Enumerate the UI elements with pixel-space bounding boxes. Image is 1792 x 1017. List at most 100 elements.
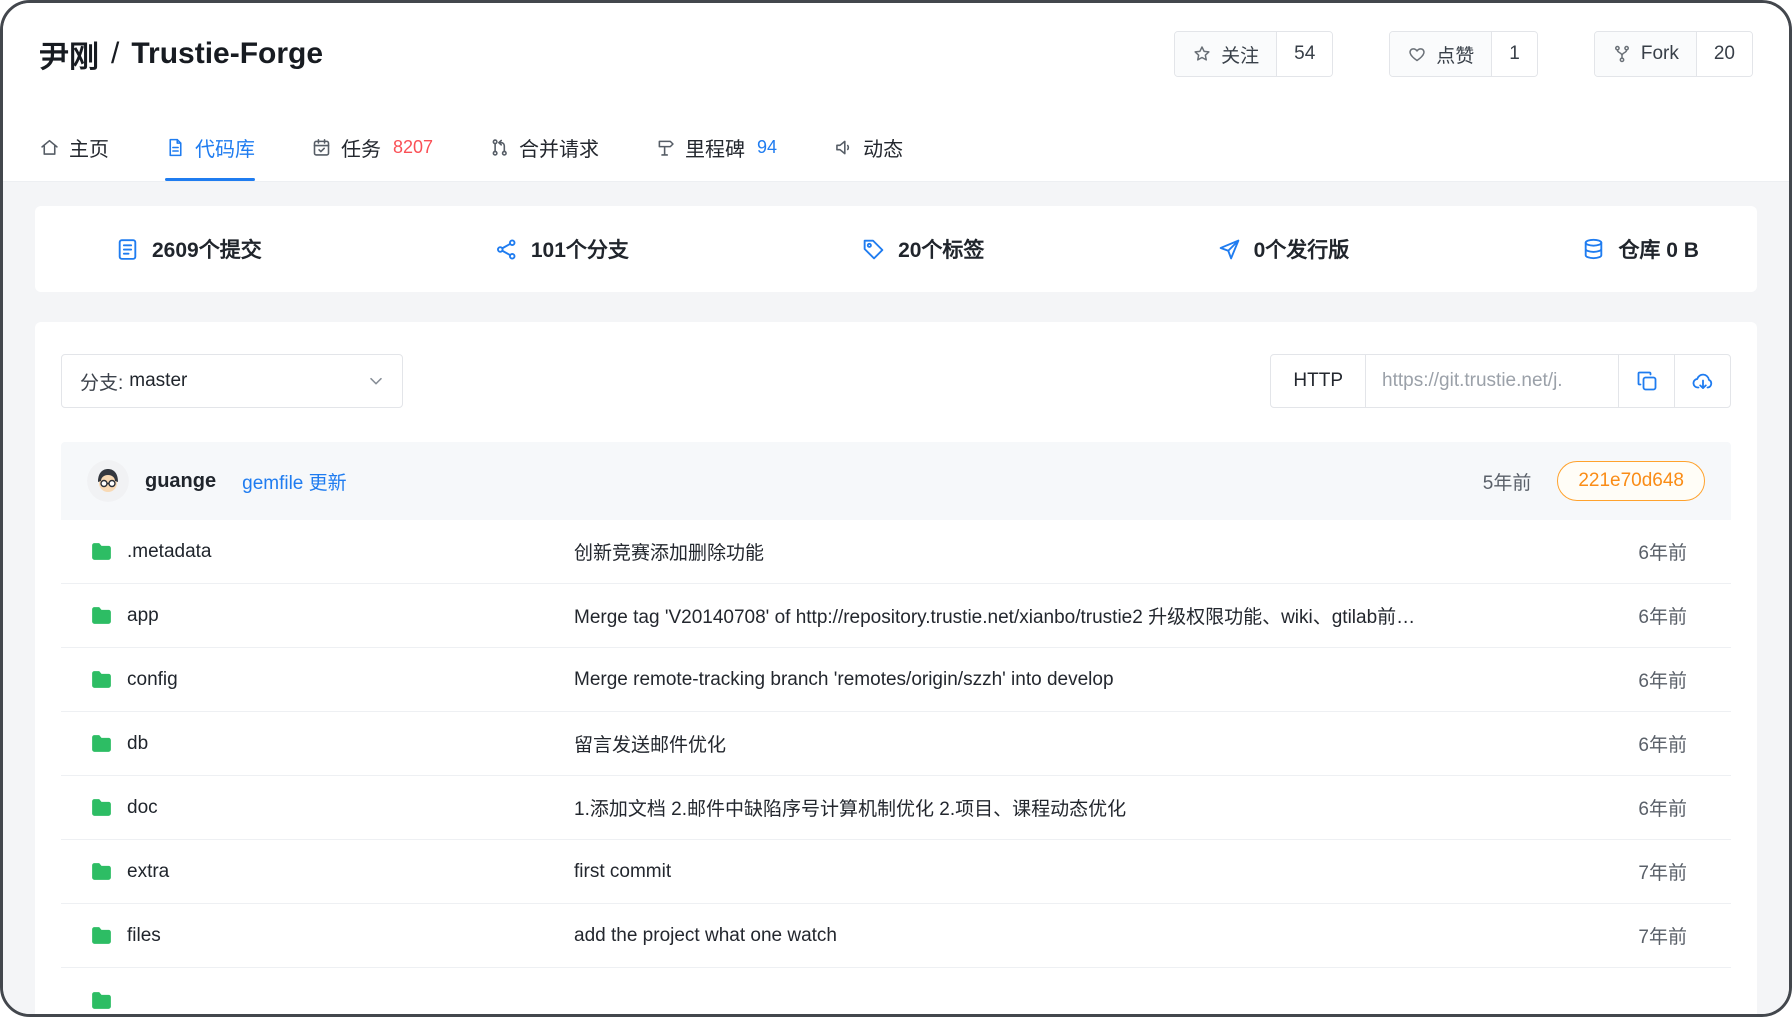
merge-request-icon	[489, 137, 510, 158]
clone-url-input[interactable]: https://git.trustie.net/j.	[1366, 355, 1618, 407]
watch-label: 关注	[1221, 41, 1259, 68]
title-separator: /	[111, 37, 119, 71]
file-name: .metadata	[127, 541, 212, 563]
folder-icon	[89, 731, 114, 756]
table-row: extra first commit 7年前	[61, 840, 1731, 904]
watch-count[interactable]: 54	[1276, 32, 1332, 76]
commit-hash-badge[interactable]: 221e70d648	[1557, 461, 1705, 501]
praise-button[interactable]: 点赞 1	[1389, 31, 1538, 77]
tab-merge-requests[interactable]: 合并请求	[489, 113, 599, 181]
protocol-toggle[interactable]: HTTP	[1271, 355, 1366, 407]
star-icon	[1192, 44, 1212, 64]
file-entry-extra[interactable]: extra	[89, 859, 574, 884]
home-icon	[39, 137, 60, 158]
stat-releases[interactable]: 0个发行版	[1217, 234, 1350, 264]
file-entry-app[interactable]: app	[89, 603, 574, 628]
praise-count[interactable]: 1	[1491, 32, 1537, 76]
fork-label: Fork	[1641, 43, 1679, 65]
clone-url-group: HTTP https://git.trustie.net/j.	[1270, 354, 1731, 408]
file-entry-db[interactable]: db	[89, 731, 574, 756]
file-entry-files[interactable]: files	[89, 923, 574, 948]
tab-activity-label: 动态	[863, 133, 903, 162]
file-entry-metadata[interactable]: .metadata	[89, 539, 574, 564]
tab-milestones[interactable]: 里程碑 94	[655, 113, 777, 181]
fork-button[interactable]: Fork 20	[1594, 31, 1753, 77]
file-commit-time: 6年前	[1557, 730, 1687, 757]
tab-code[interactable]: 代码库	[165, 113, 255, 181]
stat-repo-size-label: 仓库 0 B	[1618, 234, 1699, 264]
download-zip-button[interactable]	[1674, 355, 1730, 407]
tab-milestones-label: 里程碑	[685, 133, 745, 162]
file-commit-message[interactable]: first commit	[574, 861, 1557, 883]
copy-icon	[1635, 369, 1659, 393]
file-name: files	[127, 925, 161, 947]
file-commit-message[interactable]: Merge tag 'V20140708' of http://reposito…	[574, 602, 1557, 629]
repo-actions: 关注 54 点赞 1 Fork 20	[1174, 31, 1753, 77]
cloud-download-icon	[1691, 369, 1715, 393]
page-body: 2609个提交 101个分支 20个标签 0个发行版 仓库 0 B	[3, 182, 1789, 1014]
tab-home-label: 主页	[69, 133, 109, 162]
tab-activity[interactable]: 动态	[833, 113, 903, 181]
file-entry-config[interactable]: config	[89, 667, 574, 692]
milestones-count-badge: 94	[757, 137, 777, 158]
copy-url-button[interactable]	[1618, 355, 1674, 407]
activity-icon	[833, 137, 854, 158]
stat-branches[interactable]: 101个分支	[494, 234, 629, 264]
folder-icon	[89, 603, 114, 628]
watch-button[interactable]: 关注 54	[1174, 31, 1333, 77]
folder-icon	[89, 539, 114, 564]
table-row-partial	[61, 968, 1731, 1017]
stat-commits[interactable]: 2609个提交	[115, 234, 262, 264]
database-icon	[1581, 237, 1606, 262]
stat-repo-size[interactable]: 仓库 0 B	[1581, 234, 1699, 264]
file-entry-doc[interactable]: doc	[89, 795, 574, 820]
file-name: app	[127, 605, 159, 627]
heart-icon	[1407, 44, 1427, 64]
folder-icon	[89, 988, 114, 1013]
code-browser-card: 分支: master HTTP https://git.trustie.net/…	[35, 322, 1757, 1017]
folder-icon	[89, 923, 114, 948]
chevron-down-icon	[366, 371, 386, 391]
commit-time: 5年前	[1483, 468, 1532, 495]
repo-icon	[165, 137, 186, 158]
repo-owner-link[interactable]: 尹刚	[39, 32, 99, 76]
latest-commit-bar: guange gemfile 更新 5年前 221e70d648	[61, 442, 1731, 520]
table-row: doc 1.添加文档 2.邮件中缺陷序号计算机制优化 2.项目、课程动态优化 6…	[61, 776, 1731, 840]
stat-commits-label: 2609个提交	[152, 234, 262, 264]
table-row: config Merge remote-tracking branch 'rem…	[61, 648, 1731, 712]
branch-label: 分支:	[80, 368, 123, 395]
tab-code-label: 代码库	[195, 133, 255, 162]
branch-selector[interactable]: 分支: master	[61, 354, 403, 408]
file-commit-time: 6年前	[1557, 602, 1687, 629]
file-commit-time: 6年前	[1557, 666, 1687, 693]
avatar[interactable]	[87, 460, 129, 502]
file-commit-time: 6年前	[1557, 538, 1687, 565]
repo-name-link[interactable]: Trustie-Forge	[131, 37, 323, 71]
repo-tabs: 主页 代码库 任务 8207 合并请求 里程碑 94 动态	[39, 113, 1753, 181]
commit-message-link[interactable]: gemfile 更新	[242, 468, 347, 495]
file-entry-partial[interactable]	[89, 988, 574, 1013]
tab-merge-requests-label: 合并请求	[519, 133, 599, 162]
stat-branches-label: 101个分支	[531, 234, 629, 264]
tab-issues[interactable]: 任务 8207	[311, 113, 433, 181]
file-commit-time: 7年前	[1557, 858, 1687, 885]
file-name: config	[127, 669, 178, 691]
stat-tags[interactable]: 20个标签	[861, 234, 984, 264]
file-list: .metadata 创新竞赛添加删除功能 6年前 app Merge tag '…	[61, 520, 1731, 1017]
folder-icon	[89, 667, 114, 692]
app-window: 尹刚 / Trustie-Forge 关注 54 点赞 1	[0, 0, 1792, 1017]
file-commit-message[interactable]: 留言发送邮件优化	[574, 730, 1557, 757]
file-commit-message[interactable]: 1.添加文档 2.邮件中缺陷序号计算机制优化 2.项目、课程动态优化	[574, 794, 1557, 821]
branch-value: master	[129, 370, 187, 392]
fork-count[interactable]: 20	[1696, 32, 1752, 76]
repo-header: 尹刚 / Trustie-Forge 关注 54 点赞 1	[3, 3, 1789, 182]
tag-icon	[861, 237, 886, 262]
fork-icon	[1612, 44, 1632, 64]
table-row: files add the project what one watch 7年前	[61, 904, 1731, 968]
tab-home[interactable]: 主页	[39, 113, 109, 181]
commit-author[interactable]: guange	[145, 470, 216, 493]
tab-issues-label: 任务	[341, 133, 381, 162]
file-commit-message[interactable]: add the project what one watch	[574, 925, 1557, 947]
file-commit-message[interactable]: 创新竞赛添加删除功能	[574, 538, 1557, 565]
file-commit-message[interactable]: Merge remote-tracking branch 'remotes/or…	[574, 669, 1557, 691]
